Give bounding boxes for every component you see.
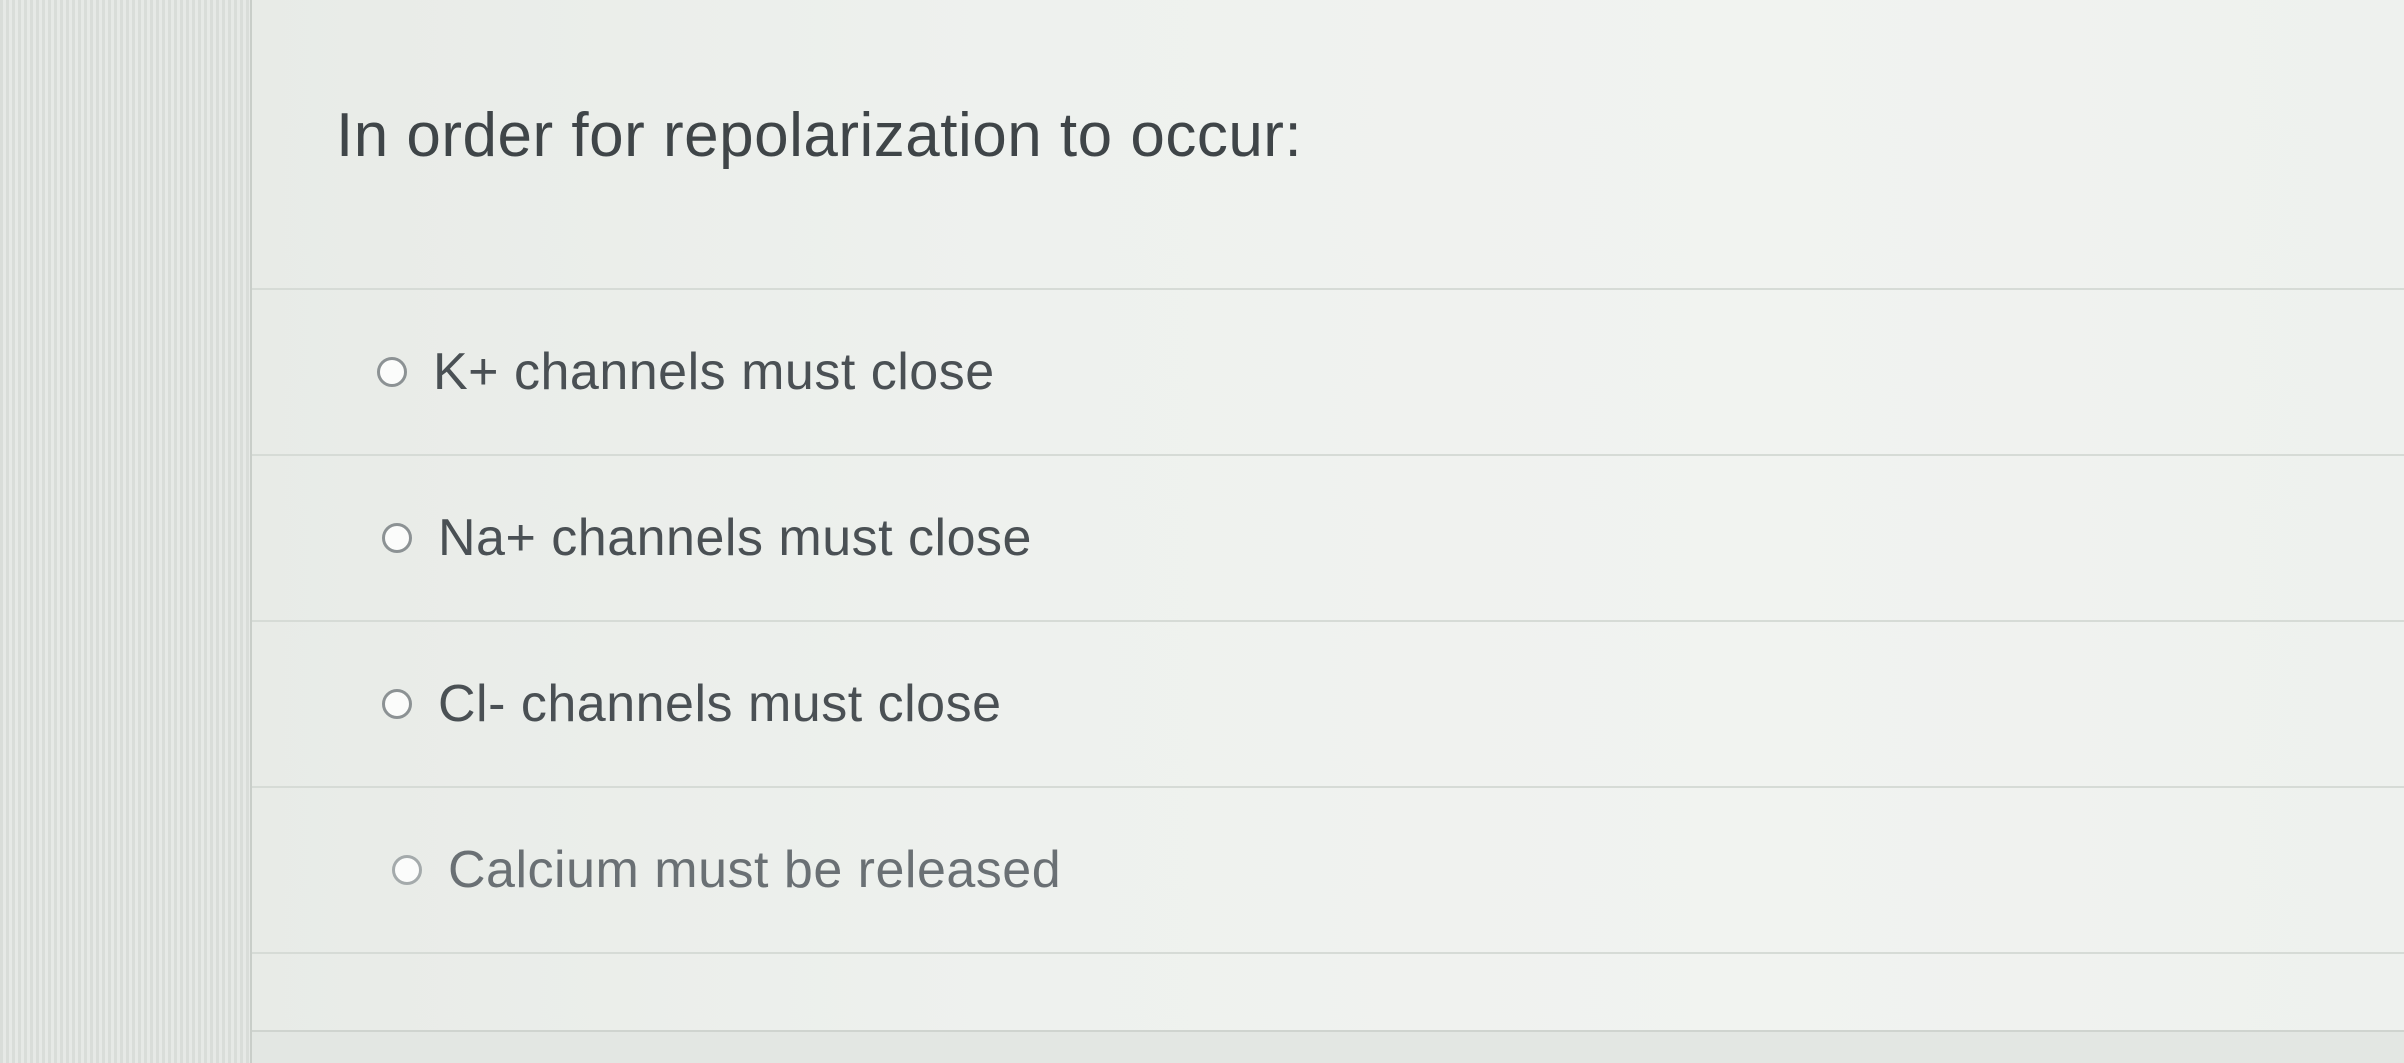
- question-card: In order for repolarization to occur: K+…: [252, 0, 2404, 1032]
- answer-option-cl-channels[interactable]: Cl- channels must close: [252, 622, 2404, 788]
- radio-button[interactable]: [382, 523, 412, 553]
- answer-option-k-channels[interactable]: K+ channels must close: [252, 290, 2404, 456]
- answer-option-na-channels[interactable]: Na+ channels must close: [252, 456, 2404, 622]
- answer-label[interactable]: Na+ channels must close: [438, 508, 1032, 568]
- question-prompt: In order for repolarization to occur:: [336, 101, 1303, 170]
- radio-button[interactable]: [382, 689, 412, 719]
- answer-options: K+ channels must close Na+ channels must…: [252, 288, 2404, 954]
- answer-label[interactable]: K+ channels must close: [433, 342, 995, 402]
- page-left-margin: [0, 0, 252, 1063]
- radio-button[interactable]: [377, 357, 407, 387]
- radio-button[interactable]: [392, 855, 422, 885]
- answer-option-calcium[interactable]: Calcium must be released: [252, 788, 2404, 954]
- answer-label[interactable]: Cl- channels must close: [438, 674, 1002, 734]
- answer-label[interactable]: Calcium must be released: [448, 840, 1061, 900]
